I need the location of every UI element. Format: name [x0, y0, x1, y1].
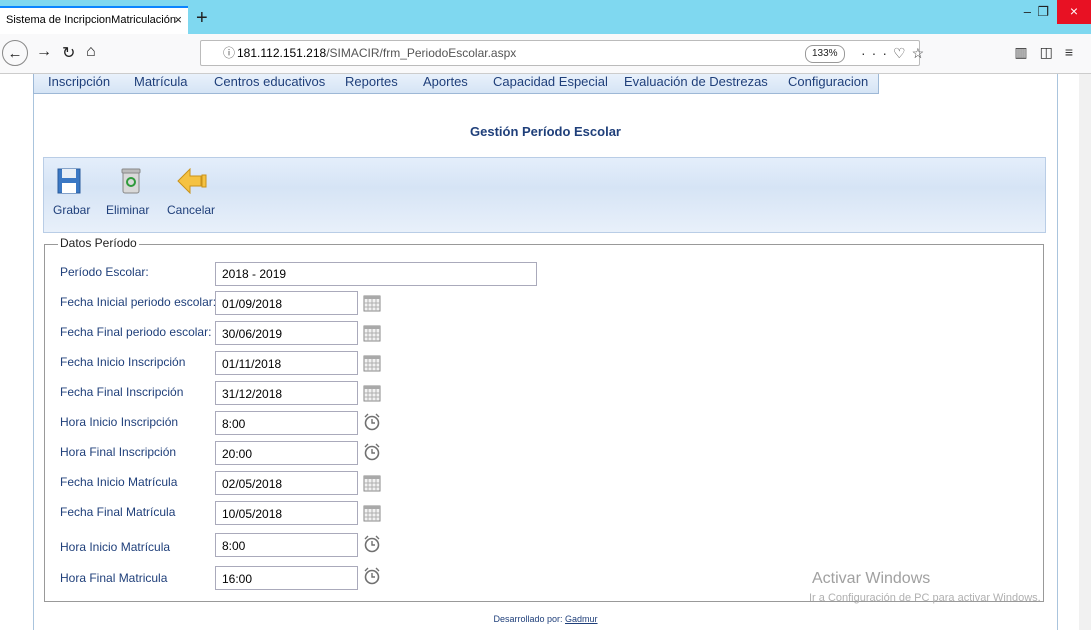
home-icon[interactable]: ⌂ — [86, 43, 96, 61]
minimize-button[interactable]: – — [1024, 4, 1031, 19]
calendar-icon[interactable] — [363, 474, 381, 492]
delete-button[interactable]: Eliminar — [106, 203, 149, 217]
reload-icon[interactable]: ↻ — [62, 43, 75, 63]
menu-item-inscripcion[interactable]: Inscripción — [48, 74, 110, 90]
footer-link[interactable]: Gadmur — [565, 614, 598, 624]
new-tab-button[interactable]: + — [196, 6, 208, 30]
label-hora-inicio-inscripcion: Hora Inicio Inscripción — [60, 415, 179, 429]
window-close-button[interactable]: × — [1057, 0, 1091, 24]
label-hora-final-matricula: Hora Final Matricula — [60, 571, 168, 585]
site-info-icon[interactable]: ⓘ — [223, 41, 235, 65]
url-text: 181.112.151.218/SIMACIR/frm_PeriodoEscol… — [237, 46, 517, 60]
restore-button[interactable]: ❐ — [1037, 4, 1049, 20]
cancel-button[interactable]: Cancelar — [167, 203, 215, 217]
clock-icon[interactable] — [363, 567, 381, 585]
fecha-final-matricula-input[interactable]: 10/05/2018 — [215, 501, 358, 525]
menu-item-reportes[interactable]: Reportes — [345, 74, 398, 90]
tab-close-icon[interactable]: × — [174, 8, 182, 32]
calendar-icon[interactable] — [363, 384, 381, 402]
clock-icon[interactable] — [363, 535, 381, 553]
calendar-icon[interactable] — [363, 324, 381, 342]
zoom-level[interactable]: 133% — [805, 45, 845, 63]
clock-icon[interactable] — [363, 443, 381, 461]
pocket-icon[interactable]: ♡ — [893, 45, 912, 61]
save-icon[interactable] — [57, 168, 81, 194]
menu-item-evaluacion-destrezas[interactable]: Evaluación de Destrezas — [624, 74, 768, 90]
page-actions-icon[interactable]: ··· — [861, 45, 893, 61]
menu-item-aportes[interactable]: Aportes — [423, 74, 468, 90]
back-arrow-cancel-icon[interactable] — [177, 168, 207, 194]
label-hora-inicio-matricula: Hora Inicio Matrícula — [60, 540, 171, 554]
recycle-bin-icon[interactable] — [121, 168, 141, 194]
fecha-final-periodo-input[interactable]: 30/06/2019 — [215, 321, 358, 345]
activation-watermark-subtitle: Ir a Configuración de PC para activar Wi… — [809, 592, 1041, 604]
tab-title: Sistema de IncripcionMatriculación — [6, 14, 176, 26]
library-icon[interactable]: ▥ — [1014, 44, 1039, 60]
activation-watermark-title: Activar Windows — [812, 570, 931, 587]
label-fecha-final-periodo: Fecha Final periodo escolar: — [60, 325, 212, 339]
label-fecha-final-inscripcion: Fecha Final Inscripción — [60, 385, 184, 399]
bookmark-star-icon[interactable]: ☆ — [912, 45, 931, 61]
back-arrow-icon[interactable]: ← — [2, 40, 28, 66]
sidebar-icon[interactable]: ◫ — [1040, 44, 1065, 60]
hora-final-inscripcion-input[interactable]: 20:00 — [215, 441, 358, 465]
fecha-inicial-periodo-input[interactable]: 01/09/2018 — [215, 291, 358, 315]
menu-item-configuracion[interactable]: Configuracion — [788, 74, 868, 90]
fieldset-legend: Datos Período — [58, 236, 139, 250]
menu-item-centros-educativos[interactable]: Centros educativos — [214, 74, 325, 90]
label-fecha-inicial-periodo: Fecha Inicial periodo escolar: — [60, 295, 217, 309]
calendar-icon[interactable] — [363, 354, 381, 372]
footer: Desarrollado por: Gadmur — [0, 614, 1091, 624]
menu-item-capacidad-especial[interactable]: Capacidad Especial — [493, 74, 608, 90]
hamburger-menu-icon[interactable]: ≡ — [1065, 44, 1085, 60]
main-menu: Inscripción Matrícula Centros educativos… — [33, 74, 879, 94]
page-title: Gestión Período Escolar — [470, 124, 621, 139]
browser-tab[interactable]: Sistema de IncripcionMatriculación × — [0, 6, 188, 34]
scrollbar[interactable] — [1079, 74, 1091, 630]
label-fecha-final-matricula: Fecha Final Matrícula — [60, 505, 176, 519]
browser-tab-bar: Sistema de IncripcionMatriculación × + –… — [0, 0, 1091, 34]
hora-inicio-matricula-input[interactable]: 8:00 — [215, 533, 358, 557]
save-button[interactable]: Grabar — [53, 203, 90, 217]
label-hora-final-inscripcion: Hora Final Inscripción — [60, 445, 177, 459]
fecha-inicio-matricula-input[interactable]: 02/05/2018 — [215, 471, 358, 495]
browser-nav-bar: ← → ↻ ⌂ ⓘ 181.112.151.218/SIMACIR/frm_Pe… — [0, 34, 1091, 74]
label-fecha-inicio-matricula: Fecha Inicio Matrícula — [60, 475, 178, 489]
url-bar[interactable]: ⓘ 181.112.151.218/SIMACIR/frm_PeriodoEsc… — [200, 40, 924, 66]
label-fecha-inicio-inscripcion: Fecha Inicio Inscripción — [60, 355, 186, 369]
fecha-final-inscripcion-input[interactable]: 31/12/2018 — [215, 381, 358, 405]
footer-text: Desarrollado por: — [493, 614, 563, 624]
menu-item-matricula[interactable]: Matrícula — [134, 74, 187, 90]
forward-arrow-icon[interactable]: → — [36, 43, 52, 61]
label-periodo-escolar: Período Escolar: — [60, 265, 149, 279]
calendar-icon[interactable] — [363, 504, 381, 522]
periodo-escolar-input[interactable]: 2018 - 2019 — [215, 262, 537, 286]
clock-icon[interactable] — [363, 413, 381, 431]
hora-final-matricula-input[interactable]: 16:00 — [215, 566, 358, 590]
calendar-icon[interactable] — [363, 294, 381, 312]
hora-inicio-inscripcion-input[interactable]: 8:00 — [215, 411, 358, 435]
fecha-inicio-inscripcion-input[interactable]: 01/11/2018 — [215, 351, 358, 375]
action-toolbar: Grabar Eliminar Cancelar — [43, 157, 1046, 233]
